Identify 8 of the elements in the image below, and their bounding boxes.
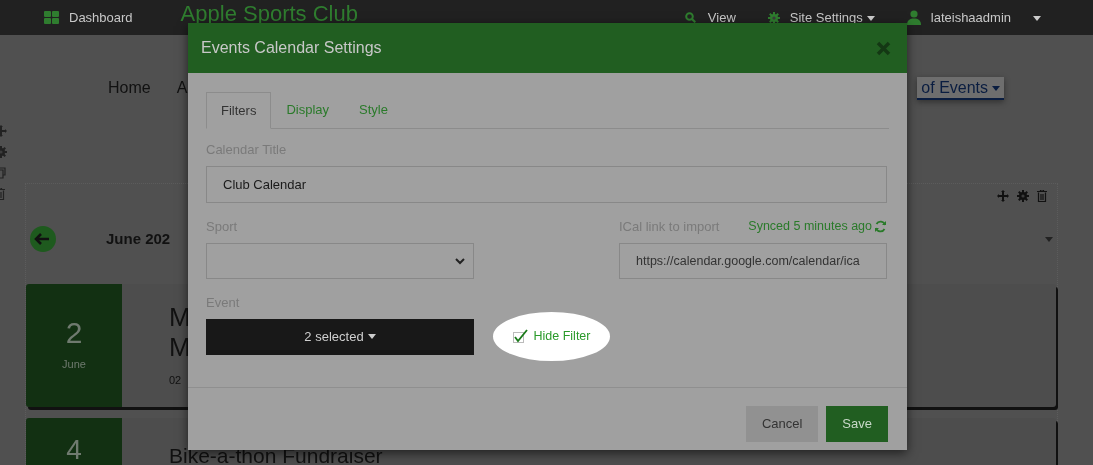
dialog-title: Events Calendar Settings (201, 38, 382, 58)
sync-status: Synced 5 minutes ago (748, 217, 872, 235)
event-month: June (62, 357, 86, 373)
month-title: June 202 (106, 228, 171, 249)
site-title: Apple Sports Club (180, 2, 358, 25)
event-day: 4 (66, 436, 82, 464)
event-day: 2 (65, 318, 83, 349)
event-title: Bike-a-thon Fundraiser (169, 445, 383, 465)
